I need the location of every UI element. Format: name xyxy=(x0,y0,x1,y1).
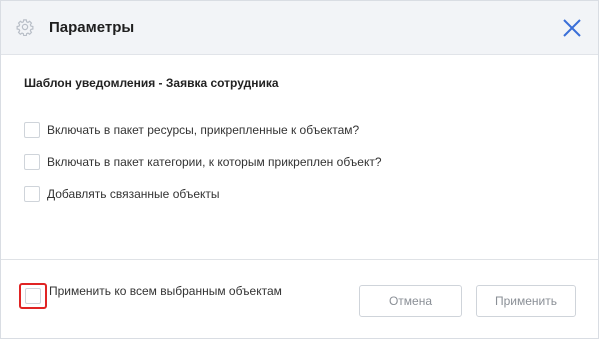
cancel-button[interactable]: Отмена xyxy=(359,285,462,317)
option-include-categories[interactable]: Включать в пакет категории, к которым пр… xyxy=(24,153,382,171)
dialog-header: Параметры xyxy=(1,1,598,55)
option-add-related[interactable]: Добавлять связанные объекты xyxy=(24,185,220,203)
checkbox[interactable] xyxy=(24,154,40,170)
footer-divider xyxy=(1,259,598,260)
apply-to-all-checkbox-highlight[interactable] xyxy=(19,282,47,309)
option-label: Включать в пакет ресурсы, прикрепленные … xyxy=(47,123,360,137)
parameters-dialog: Параметры Шаблон уведомления - Заявка со… xyxy=(0,0,599,339)
apply-to-all-label: Применить ко всем выбранным объектам xyxy=(49,283,282,298)
checkbox[interactable] xyxy=(24,122,40,138)
dialog-title: Параметры xyxy=(49,19,135,36)
apply-button[interactable]: Применить xyxy=(476,285,576,317)
close-icon[interactable] xyxy=(562,18,582,38)
apply-to-all-option[interactable]: Применить ко всем выбранным объектам xyxy=(19,282,282,309)
option-include-resources[interactable]: Включать в пакет ресурсы, прикрепленные … xyxy=(24,121,359,139)
dialog-subtitle: Шаблон уведомления - Заявка сотрудника xyxy=(24,76,279,90)
option-label: Добавлять связанные объекты xyxy=(47,187,220,201)
gear-icon xyxy=(16,19,34,36)
checkbox[interactable] xyxy=(24,186,40,202)
option-label: Включать в пакет категории, к которым пр… xyxy=(47,155,382,169)
apply-to-all-checkbox[interactable] xyxy=(25,287,41,304)
